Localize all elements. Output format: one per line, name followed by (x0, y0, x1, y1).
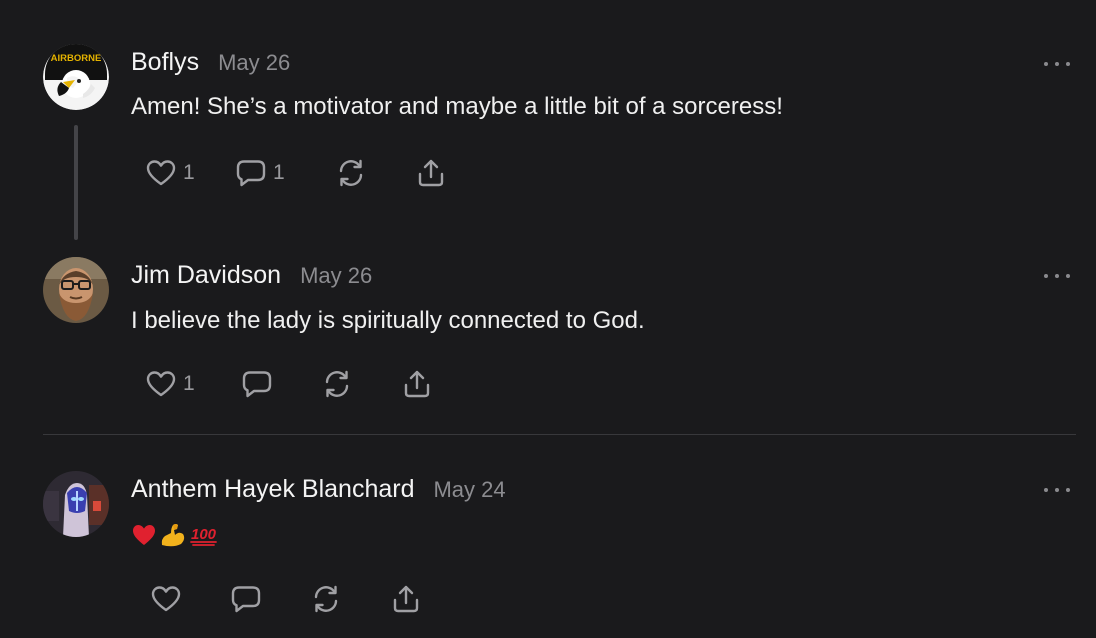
restack-button[interactable] (310, 581, 342, 617)
comment-date[interactable]: May 24 (433, 477, 505, 503)
like-count: 1 (183, 372, 195, 395)
author-name[interactable]: Boflys (131, 48, 199, 77)
comment-bubble-icon (242, 371, 272, 398)
more-dots-icon[interactable] (1044, 270, 1070, 282)
share-upload-icon (393, 585, 419, 613)
reply-button[interactable] (230, 581, 262, 617)
flexed-biceps-emoji-icon (161, 524, 185, 547)
red-heart-emoji-icon (133, 525, 155, 545)
more-dots-icon[interactable] (1044, 58, 1070, 70)
comment-date[interactable]: May 26 (218, 50, 290, 76)
comment-header: Jim Davidson May 26 (131, 261, 372, 290)
heart-icon (146, 160, 176, 186)
comment-actions: 1 (0, 366, 600, 402)
divider (43, 434, 1076, 435)
avatar[interactable] (43, 471, 109, 537)
heart-icon (151, 586, 181, 612)
author-name[interactable]: Anthem Hayek Blanchard (131, 475, 414, 504)
heart-icon (146, 371, 176, 397)
reply-button[interactable]: 1 (235, 155, 285, 191)
comment-text: I believe the lady is spiritually connec… (131, 307, 645, 334)
comment-bubble-icon (231, 586, 261, 613)
reply-button[interactable] (241, 366, 273, 402)
comment-actions: 1 1 (0, 155, 600, 191)
comment-header: Anthem Hayek Blanchard May 24 (131, 475, 506, 504)
like-button[interactable] (150, 581, 182, 617)
more-dots-icon[interactable] (1044, 484, 1070, 496)
avatar-patch-text: AIRBORNE (51, 53, 102, 64)
author-name[interactable]: Jim Davidson (131, 261, 281, 290)
comment-date[interactable]: May 26 (300, 263, 372, 289)
restack-icon (314, 585, 338, 613)
svg-text:100: 100 (191, 526, 217, 543)
comment-header: Boflys May 26 (131, 48, 290, 77)
restack-icon (339, 159, 363, 187)
comment-emoji-text: 100 (131, 521, 219, 549)
comment-text: Amen! She’s a motivator and maybe a litt… (131, 93, 783, 120)
share-upload-icon (418, 159, 444, 187)
share-button[interactable] (415, 155, 447, 191)
like-button[interactable]: 1 (145, 155, 195, 191)
restack-button[interactable] (321, 366, 353, 402)
restack-icon (325, 370, 349, 398)
avatar[interactable] (43, 257, 109, 323)
share-button[interactable] (401, 366, 433, 402)
share-button[interactable] (390, 581, 422, 617)
comment-feed: AIRBORNE Boflys May 26 Amen! She’s a mot… (0, 0, 1096, 638)
reply-count: 1 (273, 161, 285, 184)
like-count: 1 (183, 161, 195, 184)
avatar[interactable]: AIRBORNE (43, 44, 109, 110)
hundred-points-emoji-icon: 100 (190, 526, 217, 546)
comment-actions (0, 581, 600, 617)
comment-bubble-icon (236, 160, 266, 187)
like-button[interactable]: 1 (145, 366, 195, 402)
restack-button[interactable] (335, 155, 367, 191)
share-upload-icon (404, 370, 430, 398)
